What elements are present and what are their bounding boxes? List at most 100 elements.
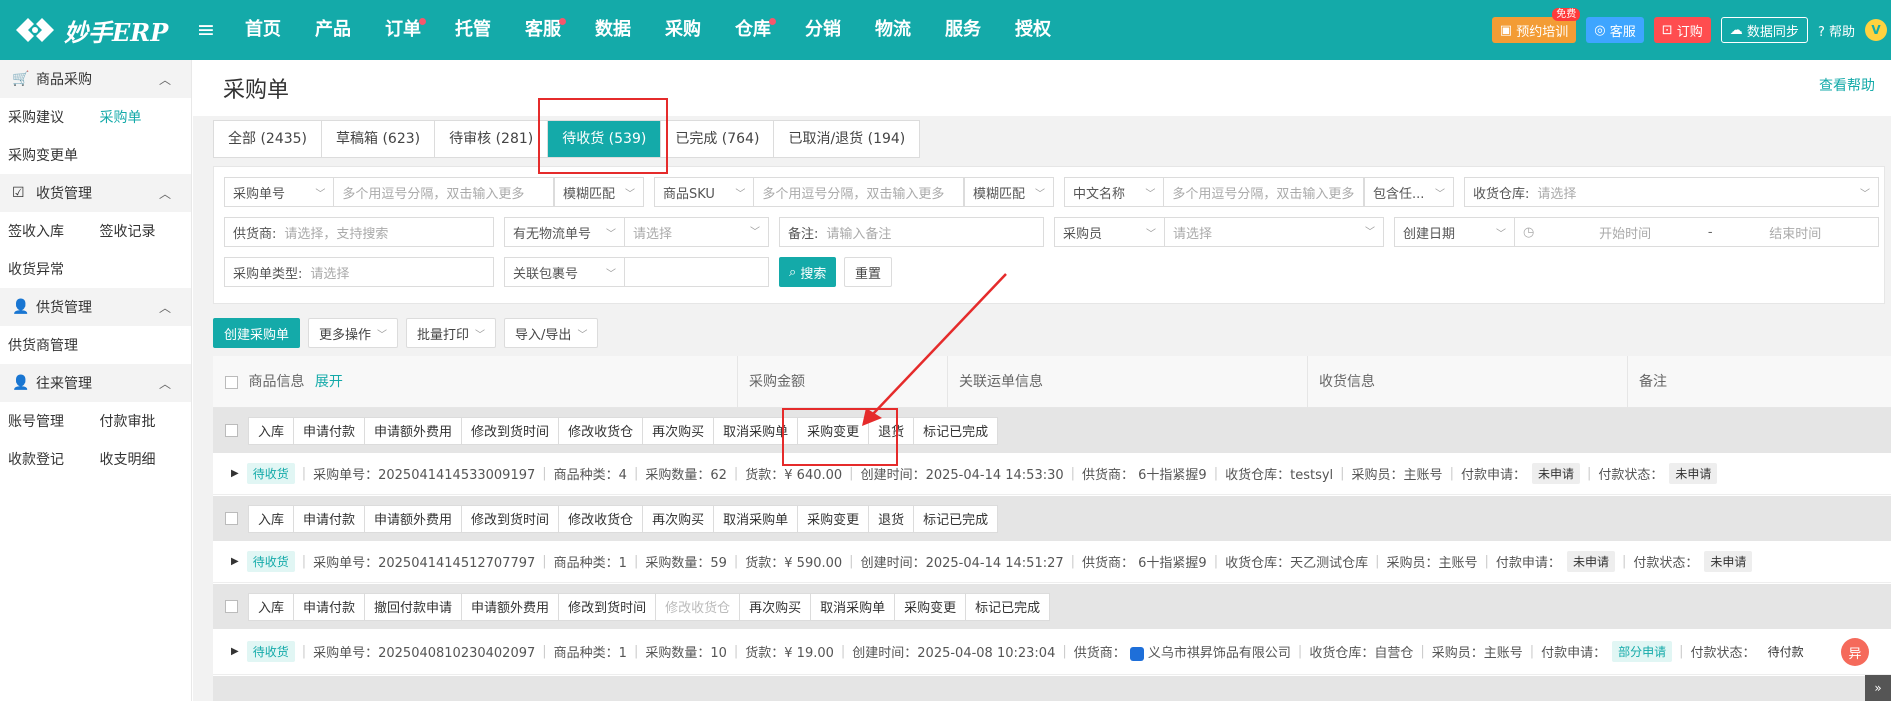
po-number-input[interactable]: 多个用逗号分隔，双击输入更多: [334, 183, 553, 202]
tab-all[interactable]: 全部 (2435): [214, 121, 323, 157]
batch-print-dropdown[interactable]: 批量打印 ﹀: [406, 318, 497, 348]
order-row[interactable]: ▶ 待收货 | 采购单号：2025041414512707797 | 商品种类：1 |…: [213, 541, 1891, 583]
sidebar-group-purchase[interactable]: 🛒 商品采购 ︿: [0, 60, 191, 98]
import-export-dropdown[interactable]: 导入/导出 ﹀: [504, 318, 599, 348]
more-actions-dropdown[interactable]: 更多操作 ﹀: [308, 318, 399, 348]
collapse-corner-icon[interactable]: »: [1865, 675, 1891, 701]
nav-warehouse[interactable]: 仓库: [718, 0, 788, 60]
customer-service-button[interactable]: ◎ 客服: [1586, 17, 1644, 43]
buyer-select[interactable]: 请选择 ﹀: [1165, 223, 1383, 242]
nav-hosting[interactable]: 托管: [438, 0, 508, 60]
sku-input[interactable]: 多个用逗号分隔，双击输入更多: [754, 183, 963, 202]
sidebar-item-sign-record[interactable]: 签收记录: [100, 221, 192, 241]
tab-pending-review[interactable]: 待审核 (281): [435, 121, 549, 157]
nav-service-chat[interactable]: 客服: [508, 0, 578, 60]
tab-drafts[interactable]: 草稿箱 (623): [322, 121, 436, 157]
avatar[interactable]: V: [1865, 19, 1887, 41]
nav-home[interactable]: 首页: [228, 0, 298, 60]
cancel-po-button[interactable]: 取消采购单: [810, 592, 896, 621]
expand-triangle-icon[interactable]: ▶: [231, 646, 239, 657]
buyer-type-select[interactable]: 采购员 ﹀: [1055, 218, 1165, 246]
create-po-button[interactable]: 创建采购单: [213, 318, 301, 348]
edit-warehouse-button[interactable]: 修改收货仓: [558, 504, 644, 533]
nav-services[interactable]: 服务: [928, 0, 998, 60]
mark-completed-button[interactable]: 标记已完成: [913, 416, 999, 445]
purchase-change-button[interactable]: 采购变更: [894, 592, 967, 621]
withdraw-payment-button[interactable]: 撤回付款申请: [364, 592, 463, 621]
edit-arrival-time-button[interactable]: 修改到货时间: [461, 504, 560, 533]
select-all-checkbox[interactable]: [225, 375, 238, 389]
logistics-type-select[interactable]: 有无物流单号 ﹀: [505, 218, 625, 246]
app-logo[interactable]: 妙手ERP: [0, 13, 200, 48]
apply-extra-fee-button[interactable]: 申请额外费用: [364, 504, 463, 533]
sidebar-item-account-manage[interactable]: 账号管理: [8, 411, 100, 431]
cancel-po-button[interactable]: 取消采购单: [713, 504, 799, 533]
order-row[interactable]: ▶ 待收货 | 采购单号：2025041414533009197 | 商品种类：4 |…: [213, 453, 1891, 495]
fuzzy-match-select-2[interactable]: 模糊匹配 ﹀: [964, 177, 1054, 207]
exception-float-button[interactable]: 异: [1841, 638, 1869, 666]
nav-order[interactable]: 订单: [368, 0, 438, 60]
cn-name-type-select[interactable]: 中文名称 ﹀: [1065, 178, 1165, 206]
sidebar-item-purchase-change[interactable]: 采购变更单: [8, 145, 78, 165]
warehouse-select[interactable]: 收货仓库: 请选择 ﹀: [1464, 177, 1879, 207]
purchase-change-button[interactable]: 采购变更: [797, 504, 870, 533]
apply-payment-button[interactable]: 申请付款: [293, 416, 366, 445]
sidebar-group-accounts[interactable]: 👤 往来管理 ︿: [0, 364, 191, 402]
sidebar-item-payment-approval[interactable]: 付款审批: [100, 411, 192, 431]
order-checkbox[interactable]: [225, 424, 238, 437]
tab-cancelled-returned[interactable]: 已取消/退货 (194): [774, 121, 919, 157]
nav-purchase[interactable]: 采购: [648, 0, 718, 60]
date-type-select[interactable]: 创建日期 ﹀: [1395, 218, 1515, 246]
sidebar-group-supply[interactable]: 👤 供货管理 ︿: [0, 288, 191, 326]
edit-warehouse-button[interactable]: 修改收货仓: [558, 416, 644, 445]
po-type-select[interactable]: 采购单类型: 请选择: [224, 257, 494, 287]
data-sync-button[interactable]: ☁ 数据同步: [1720, 17, 1808, 43]
nav-data[interactable]: 数据: [578, 0, 648, 60]
order-row[interactable]: ▶ 待收货 | 采购单号：2025040810230402097 | 商品种类：1 |…: [213, 629, 1891, 675]
edit-warehouse-button[interactable]: 修改收货仓: [655, 592, 741, 621]
sidebar-item-ledger[interactable]: 收支明细: [100, 449, 192, 469]
apply-extra-fee-button[interactable]: 申请额外费用: [364, 416, 463, 445]
sidebar-item-supplier-manage[interactable]: 供货商管理: [8, 335, 78, 355]
subscribe-button[interactable]: ⊡ 订购: [1653, 17, 1711, 43]
sidebar-group-receiving[interactable]: ☑ 收货管理 ︿: [0, 174, 191, 212]
tab-completed[interactable]: 已完成 (764): [661, 121, 775, 157]
apply-payment-button[interactable]: 申请付款: [293, 592, 366, 621]
sidebar-item-sign-in[interactable]: 签收入库: [8, 221, 100, 241]
view-help-link[interactable]: 查看帮助: [1819, 75, 1875, 95]
stock-in-button[interactable]: 入库: [248, 416, 295, 445]
mark-completed-button[interactable]: 标记已完成: [913, 504, 999, 533]
mark-completed-button[interactable]: 标记已完成: [965, 592, 1051, 621]
rebuy-button[interactable]: 再次购买: [739, 592, 812, 621]
training-button[interactable]: ▣ 预约培训 免费: [1491, 8, 1581, 43]
end-date-input[interactable]: 结束时间: [1713, 223, 1878, 242]
apply-payment-button[interactable]: 申请付款: [293, 504, 366, 533]
start-date-input[interactable]: 开始时间: [1542, 223, 1707, 242]
po-number-type-select[interactable]: 采购单号 ﹀: [225, 178, 335, 206]
help-link[interactable]: ? 帮助: [1818, 21, 1855, 40]
nav-authorize[interactable]: 授权: [998, 0, 1068, 60]
stock-in-button[interactable]: 入库: [248, 592, 295, 621]
return-button[interactable]: 退货: [868, 504, 915, 533]
rebuy-button[interactable]: 再次购买: [642, 416, 715, 445]
sidebar-item-receipt-register[interactable]: 收款登记: [8, 449, 100, 469]
stock-in-button[interactable]: 入库: [248, 504, 295, 533]
menu-toggle-icon[interactable]: ≡: [192, 18, 220, 43]
edit-arrival-time-button[interactable]: 修改到货时间: [558, 592, 657, 621]
remark-input[interactable]: 备注: 请输入备注: [779, 217, 1044, 247]
edit-arrival-time-button[interactable]: 修改到货时间: [461, 416, 560, 445]
order-checkbox[interactable]: [225, 600, 238, 613]
contains-select[interactable]: 包含任... ﹀: [1364, 177, 1454, 207]
sidebar-item-purchase-order[interactable]: 采购单: [100, 107, 192, 127]
sidebar-item-receive-exception[interactable]: 收货异常: [8, 259, 64, 279]
expand-triangle-icon[interactable]: ▶: [231, 556, 239, 567]
supplier-select[interactable]: 供货商: 请选择，支持搜索: [224, 217, 494, 247]
nav-product[interactable]: 产品: [298, 0, 368, 60]
reset-button[interactable]: 重置: [844, 257, 893, 287]
order-checkbox[interactable]: [225, 512, 238, 525]
rebuy-button[interactable]: 再次购买: [642, 504, 715, 533]
sku-type-select[interactable]: 商品SKU ﹀: [655, 178, 755, 206]
search-button[interactable]: ⌕ 搜索: [779, 257, 837, 287]
logistics-value-select[interactable]: 请选择 ﹀: [625, 223, 768, 242]
sidebar-item-purchase-suggestion[interactable]: 采购建议: [8, 107, 100, 127]
